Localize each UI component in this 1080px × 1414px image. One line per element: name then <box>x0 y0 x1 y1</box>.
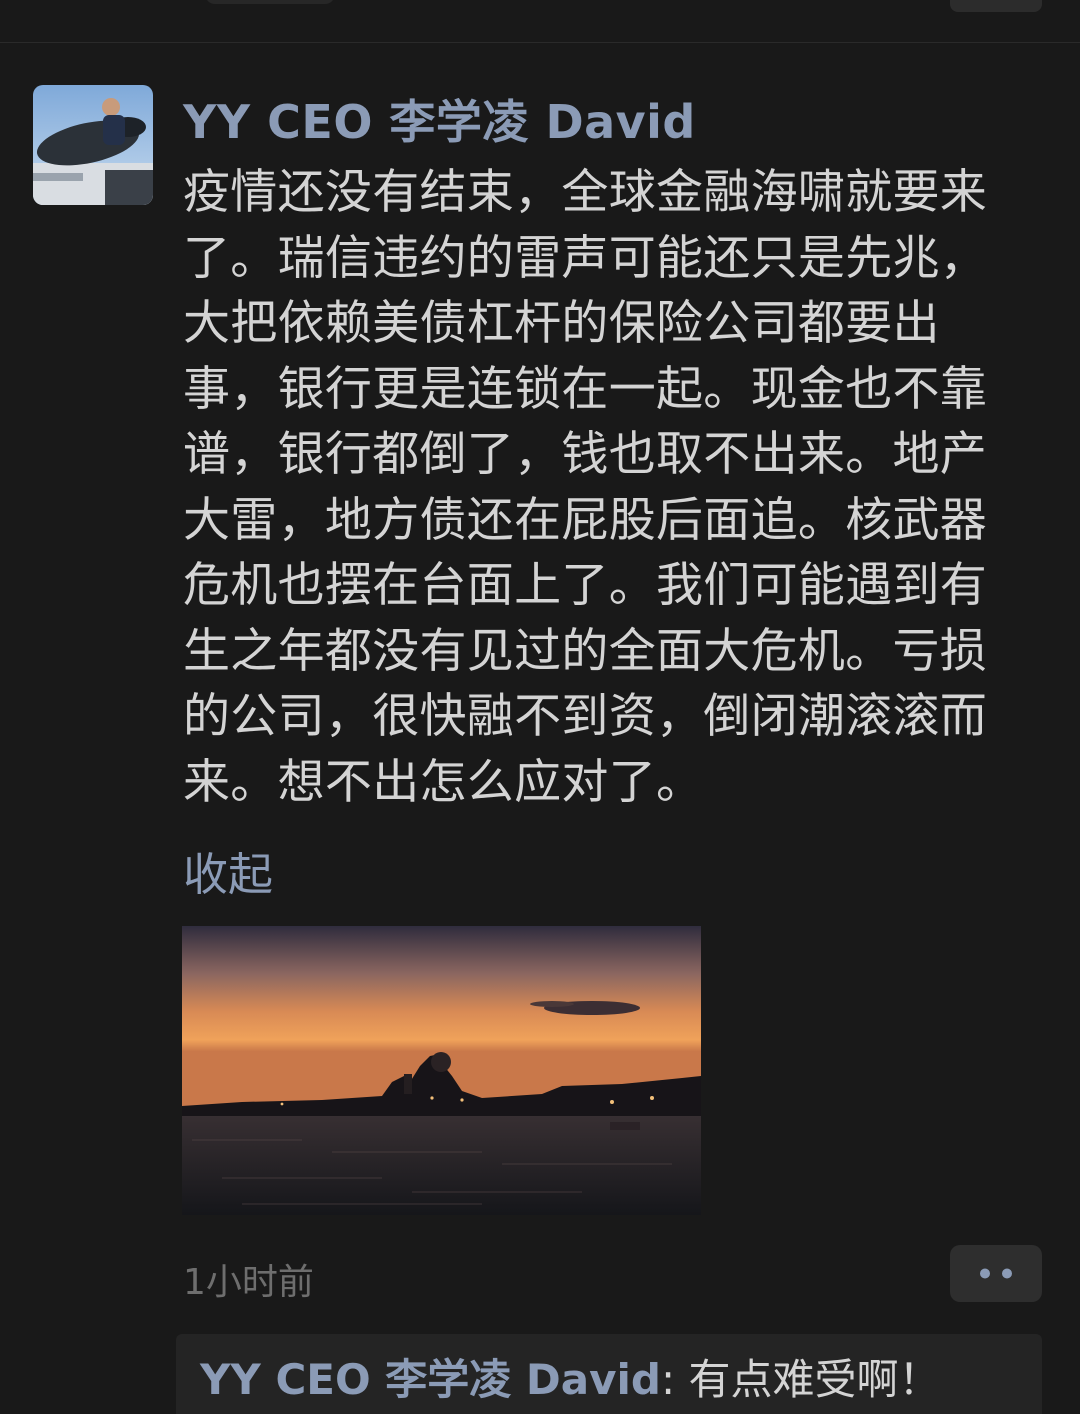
comment-separator: : <box>660 1355 689 1404</box>
post-timestamp: 1小时前 <box>183 1262 314 1303</box>
post-author-name[interactable]: YY CEO 李学凌 David <box>183 86 696 152</box>
collapse-link[interactable]: 收起 <box>183 838 273 903</box>
comment-author[interactable]: YY CEO 李学凌 David <box>200 1355 661 1404</box>
post-text: 疫情还没有结束，全球金融海啸就要来 了。瑞信违约的雷声可能还只是先兆， 大把依赖… <box>183 165 988 810</box>
more-options-button[interactable] <box>950 1245 1042 1302</box>
previous-post-footer <box>0 0 1080 43</box>
previous-post-timestamp <box>205 0 335 4</box>
comment-item: YY CEO 李学凌 David: 有点难受啊！ <box>200 1346 941 1407</box>
comments-section: YY CEO 李学凌 David: 有点难受啊！ <box>176 1334 1042 1414</box>
avatar[interactable] <box>33 85 153 205</box>
more-dots-icon <box>980 1268 1012 1279</box>
comment-text[interactable]: 有点难受啊！ <box>688 1355 940 1404</box>
post-photo[interactable] <box>182 926 701 1215</box>
previous-more-button[interactable] <box>950 0 1042 12</box>
avatar-photo <box>33 85 153 205</box>
